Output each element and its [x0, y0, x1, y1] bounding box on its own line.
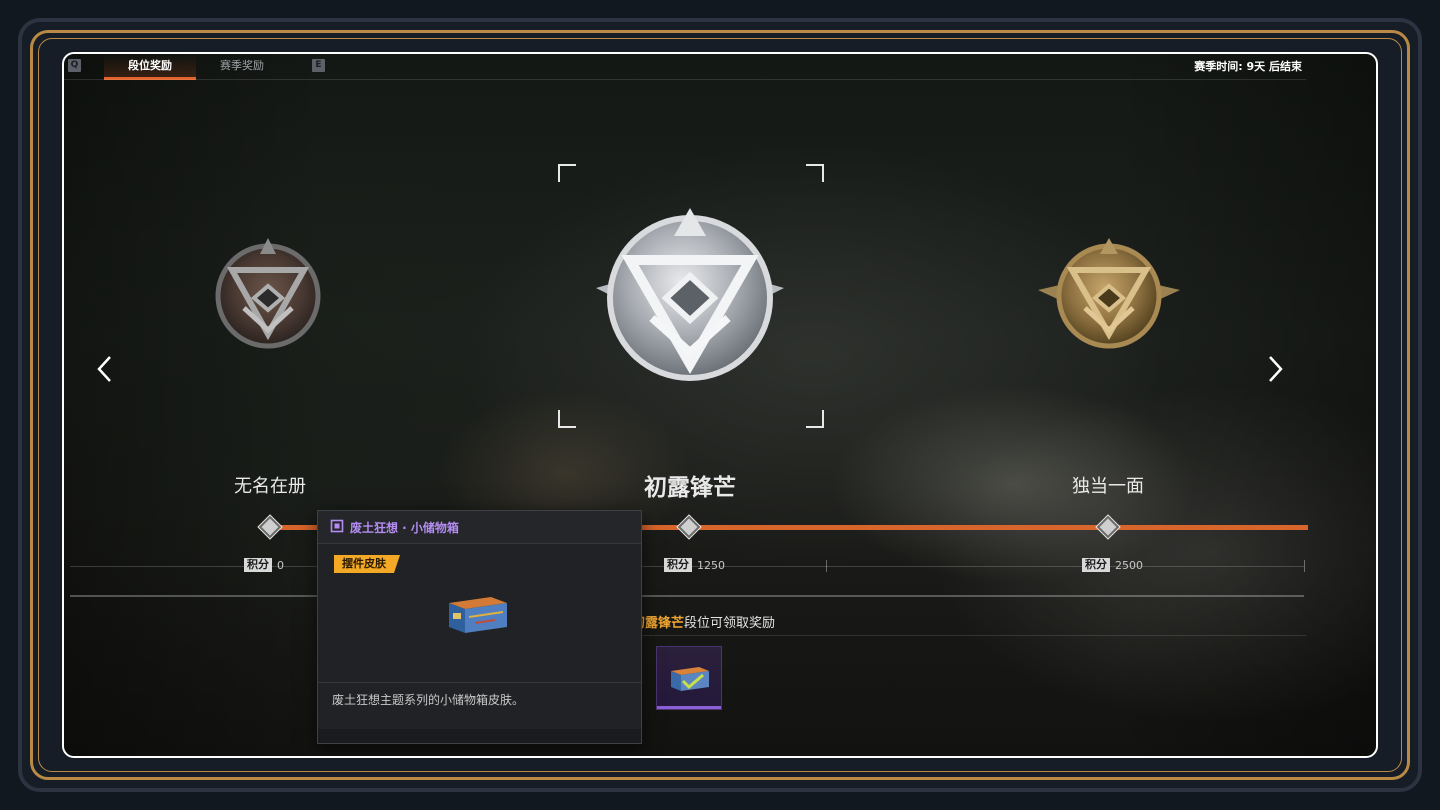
- tooltip-footer: [318, 729, 641, 743]
- ruler-tick: [1304, 560, 1305, 572]
- score-value: 0: [277, 558, 284, 572]
- score-ruler-base: [70, 595, 1304, 597]
- tooltip-header: 废土狂想 · 小储物箱: [318, 511, 641, 544]
- rank-name-1: 无名在册: [234, 476, 306, 497]
- score-value: 1250: [697, 558, 725, 572]
- focus-bracket-tl: [558, 164, 576, 182]
- top-tab-bar: Q 段位奖励 赛季奖励 E 赛季时间: 9天 后结束: [64, 54, 1376, 80]
- rank-badge-icon[interactable]: [210, 234, 326, 354]
- rewards-heading-suffix: 段位可领取奖励: [684, 616, 776, 631]
- rank-name-2: 初露锋芒: [644, 475, 736, 501]
- rank-badge-icon[interactable]: [1034, 234, 1184, 354]
- item-tooltip: 废土狂想 · 小储物箱 摆件皮肤 废土狂想主题系列的小储物箱皮肤。: [317, 510, 642, 744]
- game-viewport: Q 段位奖励 赛季奖励 E 赛季时间: 9天 后结束 无名在册 初露锋芒 独当一…: [62, 52, 1378, 758]
- score-marker-2: 积分 1250: [664, 558, 725, 572]
- rank-node-2: [677, 515, 701, 539]
- reward-item-slot[interactable]: [656, 646, 722, 710]
- tooltip-description: 废土狂想主题系列的小储物箱皮肤。: [332, 693, 525, 707]
- score-value: 2500: [1115, 558, 1143, 572]
- focus-bracket-bl: [558, 410, 576, 428]
- focus-bracket-br: [806, 410, 824, 428]
- focus-bracket-tr: [806, 164, 824, 182]
- score-label: 积分: [1082, 558, 1110, 572]
- season-time-remaining: 赛季时间: 9天 后结束: [1194, 60, 1302, 73]
- rank-node-3: [1096, 515, 1120, 539]
- rank-badge-selected-icon[interactable]: [586, 206, 794, 386]
- key-hint-e: E: [312, 59, 325, 72]
- score-marker-1: 积分 0: [244, 558, 284, 572]
- item-type-tag: 摆件皮肤: [334, 555, 400, 573]
- tab-season-rewards[interactable]: 赛季奖励: [196, 54, 288, 80]
- tooltip-divider: [318, 682, 641, 683]
- topbar-divider: [64, 79, 1306, 80]
- key-hint-q: Q: [68, 59, 81, 72]
- skin-category-icon: [330, 519, 344, 533]
- rewards-heading: 初露锋芒段位可领取奖励: [632, 612, 775, 631]
- score-label: 积分: [244, 558, 272, 572]
- score-marker-3: 积分 2500: [1082, 558, 1143, 572]
- chevron-left-icon[interactable]: [92, 354, 118, 384]
- chevron-right-icon[interactable]: [1262, 354, 1288, 384]
- storage-box-icon: [449, 597, 507, 633]
- tab-rank-rewards[interactable]: 段位奖励: [104, 54, 196, 80]
- tooltip-title: 废土狂想 · 小储物箱: [350, 521, 459, 535]
- rewards-divider: [634, 635, 1306, 636]
- score-label: 积分: [664, 558, 692, 572]
- storage-box-icon: [671, 667, 709, 691]
- rank-node-1: [258, 515, 282, 539]
- rank-name-3: 独当一面: [1072, 476, 1144, 497]
- ruler-tick: [826, 560, 827, 572]
